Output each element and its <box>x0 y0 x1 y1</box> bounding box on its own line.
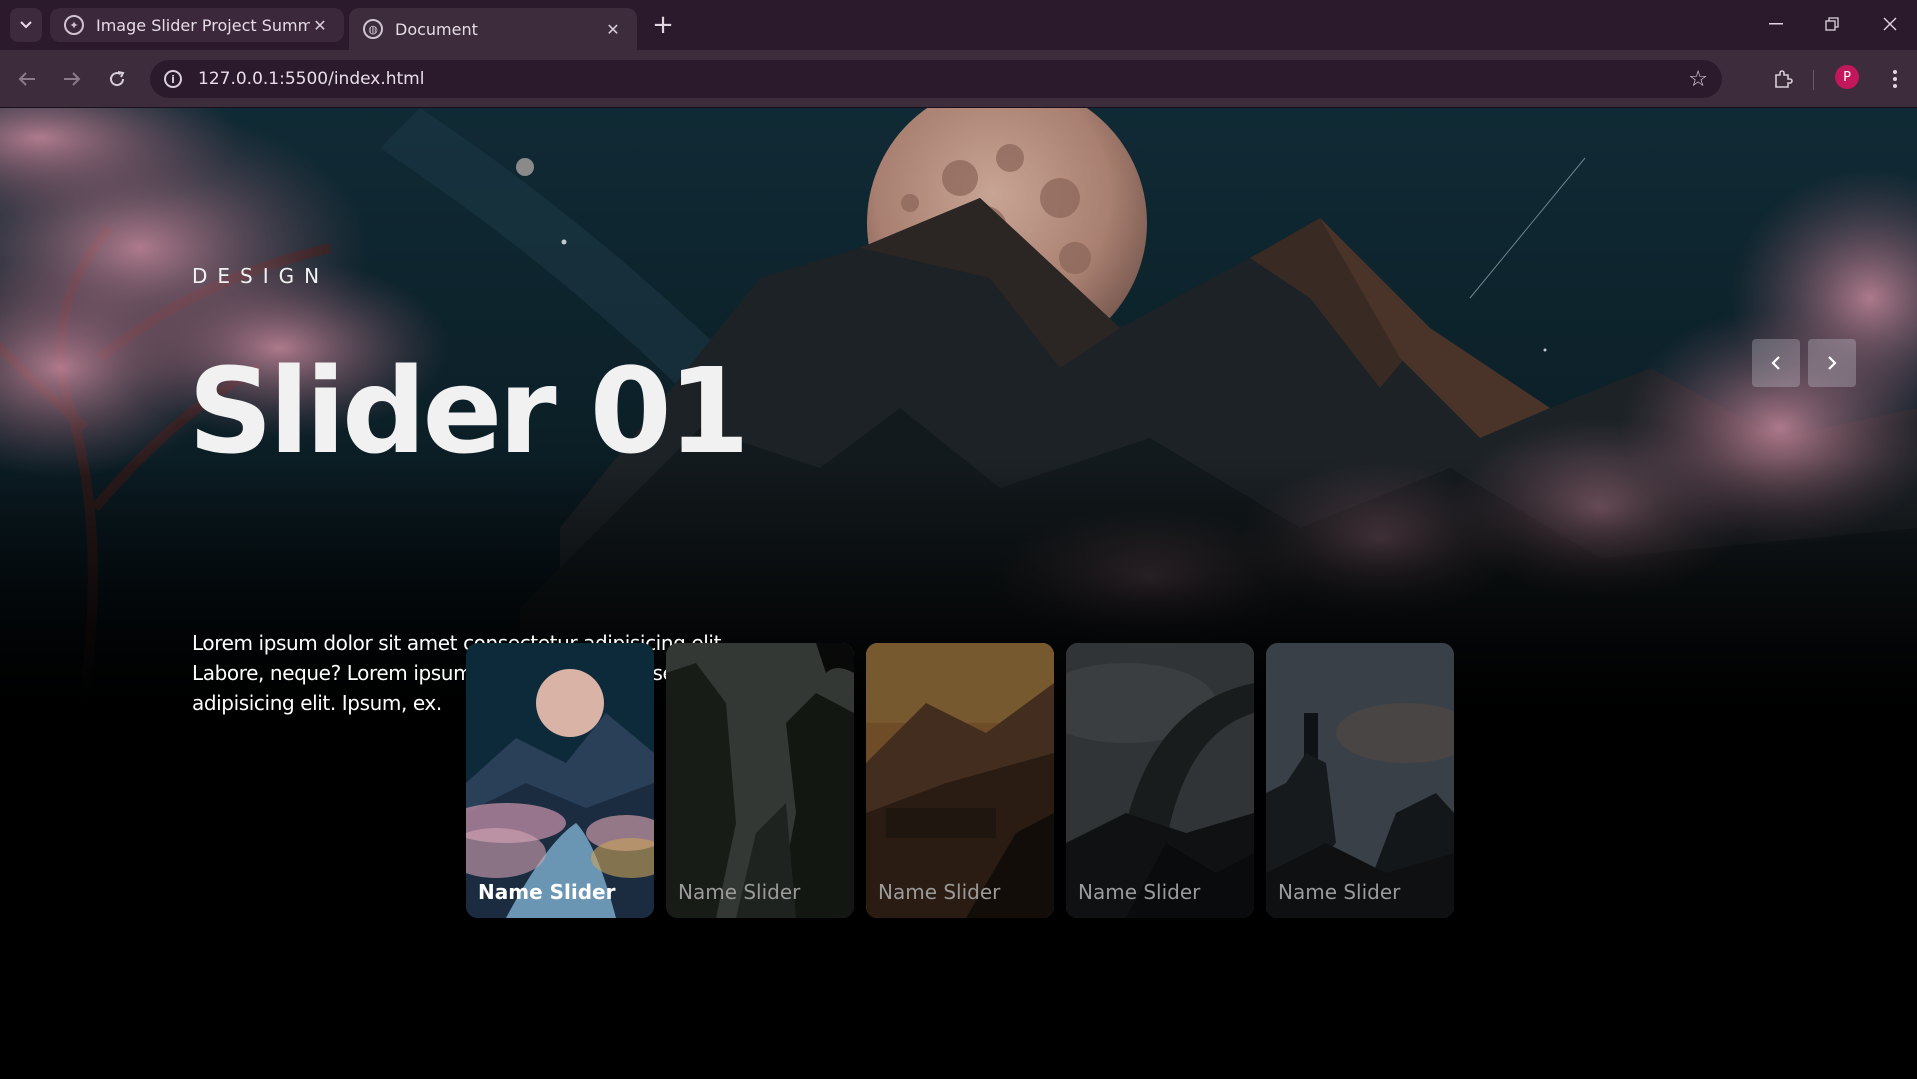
slide-title: Slider 01 <box>188 342 750 480</box>
arrow-right-icon <box>64 72 81 86</box>
browser-menu-button[interactable] <box>1880 62 1910 96</box>
thumbnail-item[interactable]: Name Slider <box>1266 643 1454 918</box>
close-tab-icon[interactable]: ✕ <box>603 19 623 39</box>
next-slide-button[interactable] <box>1808 339 1856 387</box>
minimize-icon <box>1769 23 1783 25</box>
browser-tab-bar: ✦ Image Slider Project Summary ✕ ◍ Docum… <box>0 0 1917 50</box>
profile-avatar[interactable]: P <box>1835 65 1859 89</box>
slide-content: DESIGN Slider 01 Lorem ipsum dolor sit a… <box>188 264 892 715</box>
slide-author: DESIGN <box>192 264 330 288</box>
reload-icon <box>110 71 125 87</box>
puzzle-icon <box>1775 70 1793 88</box>
chevron-down-icon <box>20 21 32 29</box>
thumbnail-label: Name Slider <box>878 880 1001 904</box>
thumbnail-label: Name Slider <box>1078 880 1201 904</box>
minimize-button[interactable] <box>1750 6 1802 42</box>
thumbnail-label: Name Slider <box>478 880 616 904</box>
address-bar[interactable]: i 127.0.0.1:5500/index.html ☆ <box>150 60 1722 98</box>
extensions-button[interactable] <box>1766 62 1800 96</box>
restore-button[interactable] <box>1806 6 1858 42</box>
prev-slide-button[interactable] <box>1752 339 1800 387</box>
slider-page: DESIGN Slider 01 Lorem ipsum dolor sit a… <box>0 108 1917 1079</box>
thumbnail-item[interactable]: Name Slider <box>466 643 654 918</box>
thumbnail-dim-overlay <box>666 643 854 918</box>
new-tab-button[interactable]: + <box>648 10 678 40</box>
url-text[interactable]: 127.0.0.1:5500/index.html <box>198 69 1688 89</box>
restore-icon <box>1825 17 1839 31</box>
reload-button[interactable] <box>100 62 134 96</box>
back-button[interactable] <box>10 62 44 96</box>
thumbnail-dim-overlay <box>1066 643 1254 918</box>
tab-image-slider-summary[interactable]: ✦ Image Slider Project Summary ✕ <box>50 8 344 42</box>
close-window-button[interactable] <box>1864 6 1916 42</box>
site-info-icon[interactable]: i <box>164 70 182 88</box>
browser-toolbar: i 127.0.0.1:5500/index.html ☆ <box>0 50 1917 108</box>
hero-gradient-overlay <box>0 108 1917 1079</box>
tab-title: Image Slider Project Summary <box>96 15 310 35</box>
thumbnail-dim-overlay <box>866 643 1054 918</box>
forward-button[interactable] <box>55 62 89 96</box>
chevron-right-icon <box>1828 356 1837 370</box>
tab-search-button[interactable] <box>10 8 42 42</box>
thumbnail-item[interactable]: Name Slider <box>666 643 854 918</box>
thumbnail-dim-overlay <box>1266 643 1454 918</box>
tab-document[interactable]: ◍ Document ✕ <box>349 8 637 50</box>
thumbnail-strip: Name Slider Name Slider Name Slider Name… <box>466 643 1454 918</box>
close-icon <box>1883 17 1897 31</box>
chevron-left-icon <box>1771 356 1780 370</box>
openai-favicon-icon: ✦ <box>64 15 84 35</box>
kebab-menu-icon <box>1893 70 1897 88</box>
tab-title: Document <box>395 19 478 39</box>
slider-arrows <box>1752 339 1856 387</box>
close-tab-icon[interactable]: ✕ <box>310 15 330 35</box>
bookmark-star-icon[interactable]: ☆ <box>1688 67 1708 92</box>
thumbnail-item[interactable]: Name Slider <box>866 643 1054 918</box>
thumbnail-label: Name Slider <box>1278 880 1401 904</box>
thumbnail-item[interactable]: Name Slider <box>1066 643 1254 918</box>
toolbar-divider <box>1813 70 1814 90</box>
thumbnail-label: Name Slider <box>678 880 801 904</box>
globe-favicon-icon: ◍ <box>363 19 383 39</box>
arrow-left-icon <box>18 72 35 86</box>
thumbnail-image <box>466 643 654 918</box>
